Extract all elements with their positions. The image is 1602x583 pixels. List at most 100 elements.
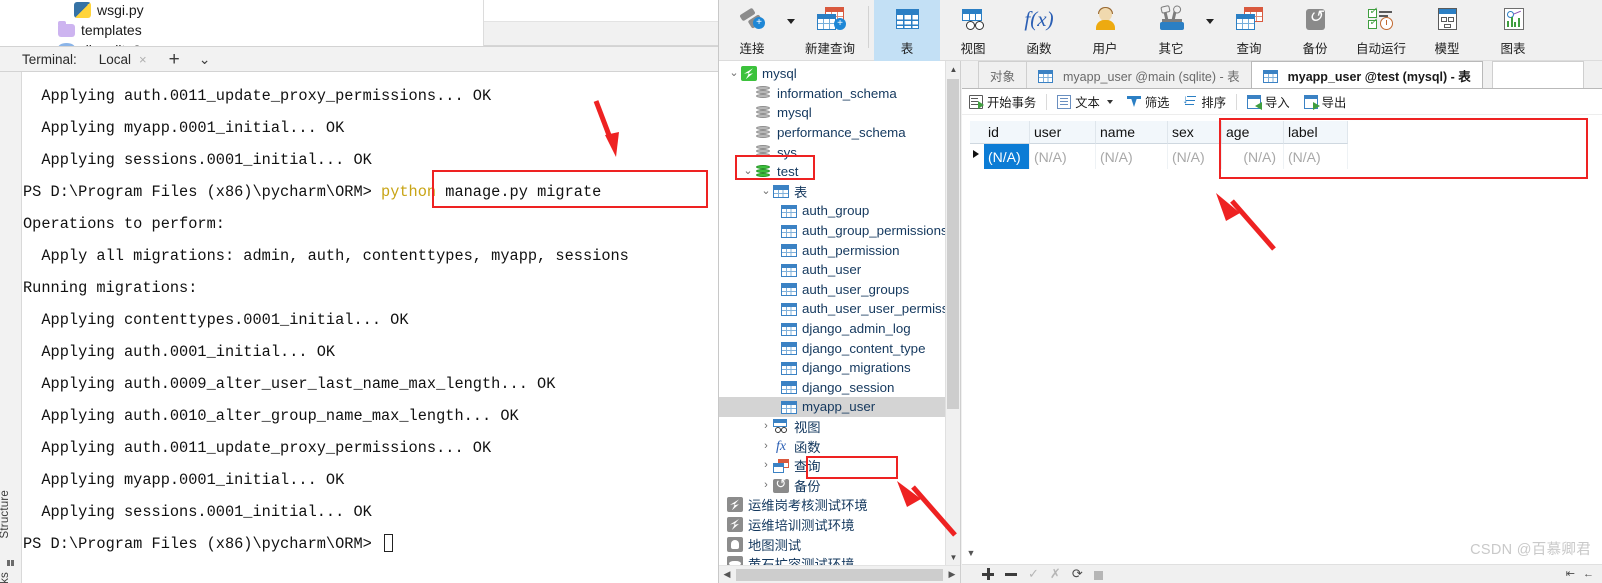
- cancel-changes-icon[interactable]: ✗: [1050, 567, 1061, 580]
- tree-item-sys[interactable]: sys: [719, 142, 945, 162]
- tab-objects[interactable]: 对象: [978, 61, 1028, 89]
- chevron-right-icon[interactable]: ›: [759, 420, 773, 432]
- tree-item-table-auth-user-user-permissions[interactable]: auth_user_user_permissions: [719, 299, 945, 319]
- table-row[interactable]: (N/A) (N/A) (N/A) (N/A) (N/A) (N/A): [970, 144, 1352, 169]
- tree-item-functions-folder[interactable]: › fx 函数: [719, 436, 945, 456]
- scroll-down-icon[interactable]: ▼: [946, 549, 961, 565]
- row-selector[interactable]: [970, 144, 984, 169]
- cell-sex[interactable]: (N/A): [1168, 144, 1222, 169]
- tree-item-queries-folder[interactable]: › 查询: [719, 456, 945, 476]
- other-dropdown-caret-icon[interactable]: [1204, 0, 1216, 61]
- database-tree[interactable]: ⌄ mysql information_schema mysql perform…: [719, 61, 945, 565]
- chevron-right-icon[interactable]: ›: [759, 479, 773, 491]
- connection-dropdown-caret-icon[interactable]: [785, 0, 797, 61]
- cell-age[interactable]: (N/A): [1222, 144, 1284, 169]
- chevron-down-icon[interactable]: [1106, 99, 1113, 104]
- tree-item-table-django-content-type[interactable]: django_content_type: [719, 338, 945, 358]
- chevron-down-icon[interactable]: ⌄: [199, 52, 211, 66]
- tree-item-connection-huangshi[interactable]: 黄石扩容测试环境: [719, 554, 945, 565]
- chevron-down-icon[interactable]: ⌄: [741, 166, 755, 177]
- tree-item-connection-ops-exam[interactable]: 运维岗考核测试环境: [719, 495, 945, 515]
- toolbar-button-user[interactable]: 用户: [1072, 0, 1138, 61]
- tree-item-views-folder[interactable]: › 视图: [719, 417, 945, 437]
- column-header-user[interactable]: user: [1030, 121, 1096, 144]
- collapse-down-icon[interactable]: ▼: [964, 545, 978, 561]
- tree-item-table-auth-user-groups[interactable]: auth_user_groups: [719, 280, 945, 300]
- toolbar-button-backup[interactable]: 备份: [1282, 0, 1348, 61]
- tree-item-table-auth-group-permissions[interactable]: auth_group_permissions: [719, 221, 945, 241]
- tree-item-table-django-admin-log[interactable]: django_admin_log: [719, 319, 945, 339]
- tab-myapp-user-mysql[interactable]: myapp_user @test (mysql) - 表: [1250, 61, 1483, 89]
- data-grid[interactable]: id user name sex age label (N/A) (N/A) (…: [970, 121, 1352, 169]
- column-header-label[interactable]: label: [1284, 121, 1348, 144]
- toolbar-button-other[interactable]: 其它: [1138, 0, 1204, 61]
- tab-myapp-user-sqlite[interactable]: myapp_user @main (sqlite) - 表: [1026, 61, 1252, 89]
- stop-icon[interactable]: [1093, 570, 1103, 580]
- sidebar-item-bookmarks[interactable]: Bookmarks: [0, 572, 21, 583]
- cell-user[interactable]: (N/A): [1030, 144, 1096, 169]
- tree-item-connection-mysql[interactable]: ⌄ mysql: [719, 64, 945, 84]
- nav-first-icon[interactable]: ⇤: [1566, 567, 1575, 580]
- project-file-tree[interactable]: wsgi.py templates db.sqlite3: [22, 0, 484, 46]
- tree-item-performance-schema[interactable]: performance_schema: [719, 123, 945, 143]
- toolbar-button-query[interactable]: 查询: [1216, 0, 1282, 61]
- close-icon[interactable]: ×: [139, 52, 147, 67]
- tree-item-information-schema[interactable]: information_schema: [719, 84, 945, 104]
- toolbar-button-connection[interactable]: + 连接: [719, 0, 785, 61]
- tree-item-table-auth-user[interactable]: auth_user: [719, 260, 945, 280]
- terminal-output[interactable]: Applying auth.0011_update_proxy_permissi…: [23, 72, 718, 583]
- toolbar-button-automation[interactable]: 自动运行: [1348, 0, 1414, 61]
- chevron-right-icon[interactable]: ›: [759, 460, 773, 471]
- column-header-id[interactable]: id: [984, 121, 1030, 144]
- cell-label[interactable]: (N/A): [1284, 144, 1348, 169]
- add-record-icon[interactable]: [982, 568, 994, 580]
- toolbar-button-view[interactable]: 视图: [940, 0, 1006, 61]
- cell-name[interactable]: (N/A): [1096, 144, 1168, 169]
- scrollbar-thumb[interactable]: [947, 79, 959, 409]
- export-button[interactable]: 导出: [1297, 91, 1354, 113]
- tree-item-database-test[interactable]: ⌄ test: [719, 162, 945, 182]
- toolbar-button-model[interactable]: 模型: [1414, 0, 1480, 61]
- tab-empty-slot[interactable]: [1491, 61, 1584, 89]
- tree-vertical-scrollbar[interactable]: ▲ ▼: [945, 61, 960, 565]
- scroll-up-icon[interactable]: ▲: [946, 61, 961, 77]
- refresh-icon[interactable]: ⟳: [1072, 567, 1083, 580]
- scroll-right-icon[interactable]: ▶: [944, 569, 960, 580]
- file-tree-item[interactable]: templates: [22, 20, 483, 40]
- tree-item-table-django-session[interactable]: django_session: [719, 378, 945, 398]
- tree-horizontal-scrollbar[interactable]: ◀ ▶: [719, 565, 960, 583]
- tree-item-backups-folder[interactable]: › 备份: [719, 475, 945, 495]
- tree-item-table-django-migrations[interactable]: django_migrations: [719, 358, 945, 378]
- tree-item-connection-ops-training[interactable]: 运维培训测试环境: [719, 515, 945, 535]
- toolbar-button-new-query[interactable]: + 新建查询: [797, 0, 863, 61]
- add-terminal-icon[interactable]: +: [169, 50, 180, 69]
- chevron-right-icon[interactable]: ›: [759, 440, 773, 452]
- cell-id[interactable]: (N/A): [984, 144, 1030, 169]
- column-header-age[interactable]: age: [1222, 121, 1284, 144]
- import-button[interactable]: 导入: [1240, 91, 1297, 113]
- nav-prev-icon[interactable]: ←: [1583, 568, 1594, 580]
- tree-item-table-auth-permission[interactable]: auth_permission: [719, 240, 945, 260]
- tree-item-mysql-db[interactable]: mysql: [719, 103, 945, 123]
- toolbar-button-function[interactable]: f(x) 函数: [1006, 0, 1072, 61]
- sort-button[interactable]: 排序: [1176, 91, 1233, 113]
- scroll-left-icon[interactable]: ◀: [719, 569, 735, 580]
- chevron-down-icon[interactable]: ⌄: [759, 185, 773, 197]
- column-header-sex[interactable]: sex: [1168, 121, 1222, 144]
- delete-record-icon[interactable]: [1005, 568, 1017, 580]
- file-tree-item[interactable]: wsgi.py: [22, 0, 483, 20]
- chevron-down-icon[interactable]: ⌄: [727, 68, 741, 79]
- terminal-tab-local[interactable]: Local: [99, 52, 131, 67]
- filter-button[interactable]: 筛选: [1120, 91, 1177, 113]
- apply-changes-icon[interactable]: ✓: [1028, 567, 1039, 580]
- text-button[interactable]: 文本: [1050, 91, 1120, 113]
- tree-item-table-myapp-user[interactable]: myapp_user: [719, 397, 945, 417]
- sidebar-item-structure[interactable]: Structure: [0, 490, 21, 538]
- begin-transaction-button[interactable]: 开始事务: [962, 91, 1043, 113]
- tree-item-table-auth-group[interactable]: auth_group: [719, 201, 945, 221]
- tree-item-tables-folder[interactable]: ⌄ 表: [719, 182, 945, 202]
- scrollbar-thumb[interactable]: [736, 568, 943, 581]
- toolbar-button-chart[interactable]: 图表: [1480, 0, 1546, 61]
- tree-item-connection-map-test[interactable]: 地图测试: [719, 534, 945, 554]
- toolbar-button-table[interactable]: 表: [874, 0, 940, 61]
